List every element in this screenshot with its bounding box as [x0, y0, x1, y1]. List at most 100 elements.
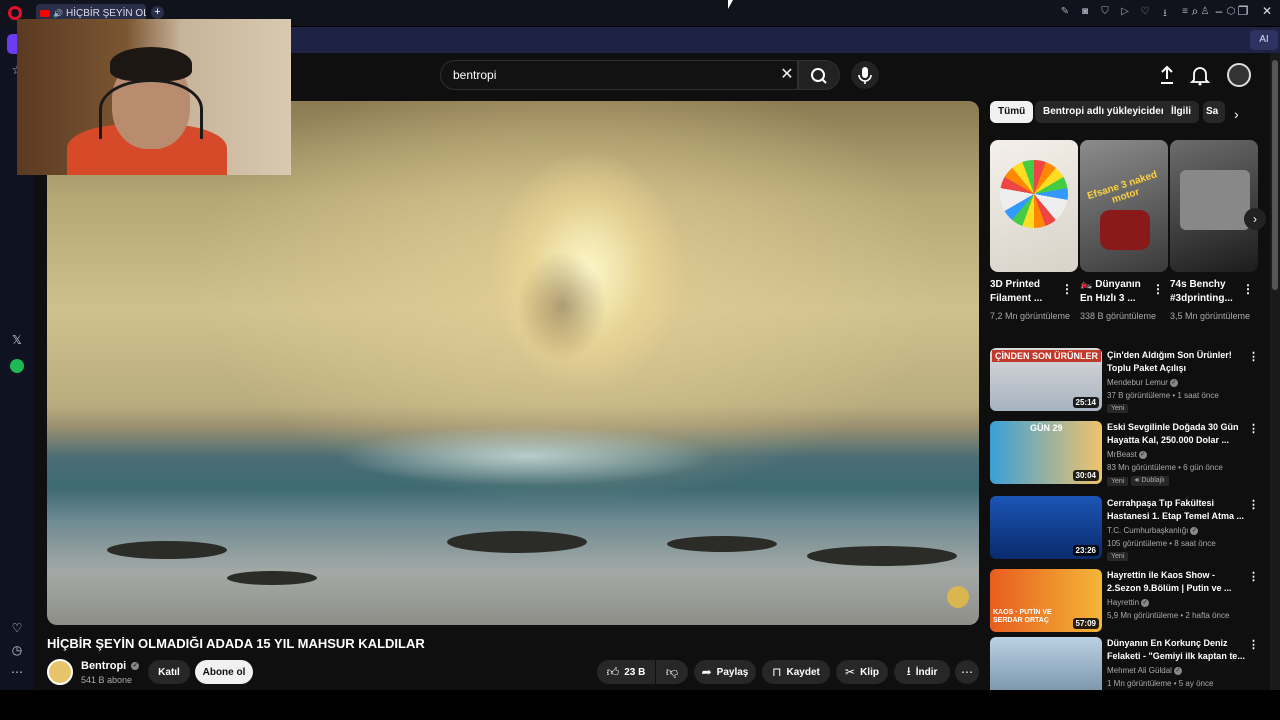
- verified-icon: ✓: [1138, 450, 1147, 459]
- short-thumbnail[interactable]: [1170, 140, 1258, 272]
- menu-icon[interactable]: ≡: [1178, 6, 1192, 17]
- x-twitter-icon[interactable]: 𝕏: [7, 330, 27, 350]
- rec-title[interactable]: Cerrahpaşa Tıp Fakültesi Hastanesi 1. Et…: [1107, 497, 1245, 523]
- heart-outline-icon[interactable]: ♡: [1138, 6, 1152, 17]
- ai-label: AI: [1259, 34, 1269, 45]
- rec-menu-icon[interactable]: ⋮: [1248, 570, 1259, 583]
- rec-menu-icon[interactable]: ⋮: [1248, 638, 1259, 651]
- share-icon: ➦: [701, 665, 712, 679]
- bell-icon: [1189, 67, 1211, 86]
- rec-menu-icon[interactable]: ⋮: [1248, 498, 1259, 511]
- more-actions-button[interactable]: ⋯: [955, 660, 979, 684]
- spotify-icon[interactable]: [10, 359, 24, 373]
- rec-title[interactable]: Eski Sevgilinle Doğada 30 Gün Hayatta Ka…: [1107, 421, 1245, 447]
- short-thumbnail[interactable]: [990, 140, 1078, 272]
- thumbs-up-icon: 👍︎: [606, 664, 620, 679]
- rec-thumb-text: KAOS · PUTİN VE SERDAR ORTAÇ: [993, 609, 1052, 624]
- download-arrow-icon: ⭳: [906, 663, 911, 678]
- download-icon[interactable]: ⭳: [1158, 6, 1172, 23]
- rec-meta: 105 görüntüleme • 8 saat önce: [1107, 539, 1216, 548]
- like-button[interactable]: 👍︎ 23 B: [597, 660, 655, 684]
- join-button[interactable]: Katıl: [148, 660, 190, 684]
- short-thumbnail[interactable]: Efsane 3 naked motor: [1080, 140, 1168, 272]
- short-menu-icon[interactable]: ⋮: [1242, 282, 1254, 296]
- short-title[interactable]: 74s Benchy #3dprinting...: [1170, 278, 1240, 306]
- video-duration: 30:04: [1072, 470, 1099, 481]
- opera-logo-icon[interactable]: [8, 6, 22, 20]
- rec-thumbnail[interactable]: KAOS · PUTİN VE SERDAR ORTAÇ 57:09: [990, 569, 1102, 632]
- save-button[interactable]: ⊓ Kaydet: [762, 660, 830, 684]
- channel-watermark[interactable]: [947, 586, 969, 608]
- new-badge: Yeni: [1107, 404, 1129, 413]
- tab-title: HİÇBİR ŞEYİN OLMADI: [65, 7, 146, 19]
- rec-channel[interactable]: Mehmet Ali Güldal ✓: [1107, 666, 1182, 675]
- rec-channel[interactable]: Mendebur Lemur ✓: [1107, 378, 1178, 387]
- new-tab-button[interactable]: +: [151, 6, 164, 19]
- clip-button[interactable]: ✂ Klip: [836, 660, 888, 684]
- rec-menu-icon[interactable]: ⋮: [1248, 422, 1259, 435]
- video-title: HİÇBİR ŞEYİN OLMADIĞI ADADA 15 YIL MAHSU…: [47, 636, 425, 651]
- engine-image: [1180, 170, 1250, 230]
- chip-from-uploader[interactable]: Bentropi adlı yükleyiciden: [1035, 101, 1175, 123]
- rec-channel[interactable]: T.C. Cumhurbaşkanlığı ✓: [1107, 526, 1199, 535]
- rec-menu-icon[interactable]: ⋮: [1248, 350, 1259, 363]
- rec-meta: 83 Mn görüntüleme • 6 gün önce: [1107, 463, 1223, 472]
- heart-icon[interactable]: ♡: [7, 618, 27, 638]
- short-title[interactable]: 3D Printed Filament ...: [990, 278, 1060, 306]
- verified-icon: ✓: [1141, 598, 1150, 607]
- play-icon[interactable]: ▷: [1118, 6, 1132, 17]
- video-frame-rock: [447, 531, 587, 553]
- chip-all[interactable]: Tümü: [990, 101, 1034, 123]
- rec-thumbnail[interactable]: 23:26: [990, 496, 1102, 559]
- upload-button[interactable]: [1155, 63, 1179, 87]
- new-badge: Yeni: [1107, 477, 1129, 486]
- rec-meta: 5,9 Mn görüntüleme • 2 hafta önce: [1107, 611, 1230, 620]
- ai-button[interactable]: AI: [1250, 30, 1278, 50]
- notifications-button[interactable]: [1188, 63, 1212, 87]
- account-avatar[interactable]: [1227, 63, 1251, 87]
- short-menu-icon[interactable]: ⋮: [1061, 282, 1073, 296]
- chip-partial[interactable]: Sa: [1203, 101, 1225, 123]
- subscribe-button[interactable]: Abone ol: [195, 660, 253, 684]
- shorts-next-button[interactable]: ›: [1244, 208, 1266, 230]
- voice-search-button[interactable]: [851, 61, 879, 89]
- shield-icon[interactable]: ⛉: [1098, 6, 1112, 17]
- rec-channel[interactable]: Hayrettin ✓: [1107, 598, 1150, 607]
- short-menu-icon[interactable]: ⋮: [1152, 282, 1164, 296]
- channel-avatar[interactable]: [47, 659, 73, 685]
- clear-search-icon[interactable]: ✕: [776, 64, 798, 86]
- rec-thumbnail[interactable]: [990, 637, 1102, 690]
- filament-spool-image: [1000, 160, 1068, 228]
- channel-name[interactable]: Bentropi ✓: [81, 660, 140, 672]
- rec-channel[interactable]: MrBeast ✓: [1107, 450, 1147, 459]
- rec-thumbnail[interactable]: ÇİNDEN SON ÜRÜNLER 25:14: [990, 348, 1102, 411]
- extensions-icon[interactable]: ⬡: [1224, 6, 1238, 17]
- dubbed-badge: 🔊︎ Dublajlı: [1131, 476, 1169, 486]
- dislike-button[interactable]: 👎︎: [656, 660, 688, 684]
- chip-related[interactable]: İlgili: [1163, 101, 1199, 123]
- rec-title[interactable]: Çin'den Aldığım Son Ürünler! Toplu Paket…: [1107, 349, 1245, 375]
- chips-next-chevron-icon[interactable]: ›: [1234, 106, 1239, 122]
- profile-icon[interactable]: ♙: [1198, 6, 1212, 17]
- speaker-icon[interactable]: 🔊: [53, 9, 63, 18]
- history-icon[interactable]: ◷: [7, 640, 27, 660]
- search-button[interactable]: [798, 60, 840, 90]
- scrollbar-thumb[interactable]: [1272, 60, 1278, 290]
- video-duration: 57:09: [1072, 618, 1099, 629]
- short-title[interactable]: 🏍️ Dünyanın En Hızlı 3 ...: [1080, 278, 1150, 306]
- rec-thumbnail[interactable]: GÜN 29 30:04: [990, 421, 1102, 484]
- dubbed-icon: 🔊︎: [1135, 477, 1140, 484]
- rec-title[interactable]: Hayrettin ile Kaos Show - 2.Sezon 9.Bölü…: [1107, 569, 1245, 595]
- edit-icon[interactable]: ✎: [1058, 6, 1072, 17]
- video-frame-rock: [667, 536, 777, 552]
- download-button[interactable]: ⭳ İndir: [894, 660, 950, 684]
- rec-title[interactable]: Dünyanın En Korkunç Deniz Felaketi - "Ge…: [1107, 637, 1245, 663]
- close-window-icon[interactable]: ✕: [1258, 4, 1276, 18]
- share-button[interactable]: ➦ Paylaş: [694, 660, 756, 684]
- video-player[interactable]: [47, 101, 979, 625]
- short-views: 3,5 Mn görüntüleme: [1170, 311, 1251, 321]
- motorcycle-image: [1100, 210, 1150, 250]
- more-icon[interactable]: ⋯: [7, 662, 27, 682]
- camera-icon[interactable]: ◙: [1078, 6, 1092, 17]
- search-input[interactable]: bentropi: [440, 60, 798, 90]
